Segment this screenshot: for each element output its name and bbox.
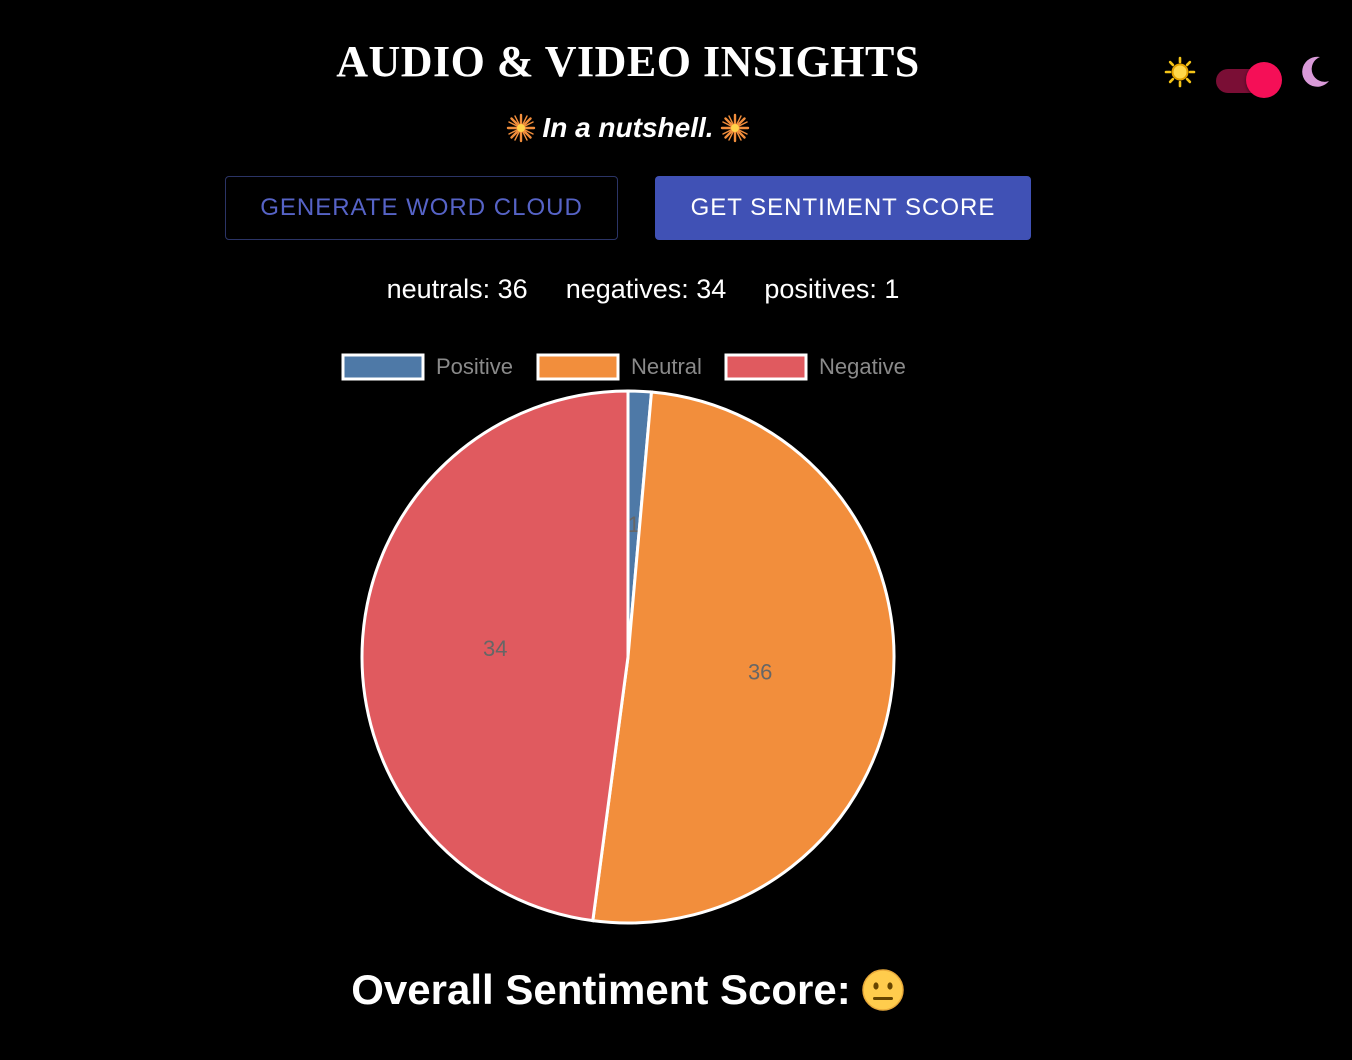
dark-mode-switch[interactable] [1216, 60, 1284, 98]
neutral-face-icon [862, 969, 904, 1011]
negatives-count: negatives: 34 [565, 274, 727, 304]
overall-sentiment: Overall Sentiment Score: [0, 962, 1256, 1018]
legend-label-positive[interactable]: Positive [436, 354, 513, 379]
switch-thumb[interactable] [1246, 62, 1282, 98]
sentiment-counts: neutrals: 36 negatives: 34 positives: 1 [0, 270, 1286, 308]
legend-swatch-neutral[interactable] [536, 353, 620, 381]
theme-toggle [1160, 54, 1332, 98]
neutrals-count: neutrals: 36 [386, 274, 528, 304]
sparkle-burst-icon [507, 113, 536, 143]
legend-label-neutral[interactable]: Neutral [631, 354, 702, 379]
legend-swatch-negative[interactable] [724, 353, 808, 381]
sun-icon[interactable] [1164, 56, 1196, 88]
positives-count: positives: 1 [764, 274, 900, 304]
sparkle-burst-icon [720, 113, 749, 143]
overall-sentiment-label: Overall Sentiment Score: [351, 966, 851, 1013]
moon-icon[interactable] [1298, 54, 1332, 90]
subtitle: In a nutshell. [0, 108, 1256, 148]
subtitle-text: In a nutshell. [542, 112, 714, 143]
legend-swatch-positive[interactable] [341, 353, 425, 381]
page-title: AUDIO & VIDEO INSIGHTS [336, 37, 920, 86]
pie-data-label-negative: 34 [483, 636, 507, 661]
get-sentiment-score-button[interactable]: GET SENTIMENT SCORE [655, 176, 1031, 240]
legend-label-negative[interactable]: Negative [819, 354, 906, 379]
sentiment-pie-chart: Positive Neutral Negative13634 [341, 353, 906, 925]
generate-word-cloud-button[interactable]: GENERATE WORD CLOUD [225, 176, 618, 240]
pie-data-label-neutral: 36 [748, 660, 772, 685]
